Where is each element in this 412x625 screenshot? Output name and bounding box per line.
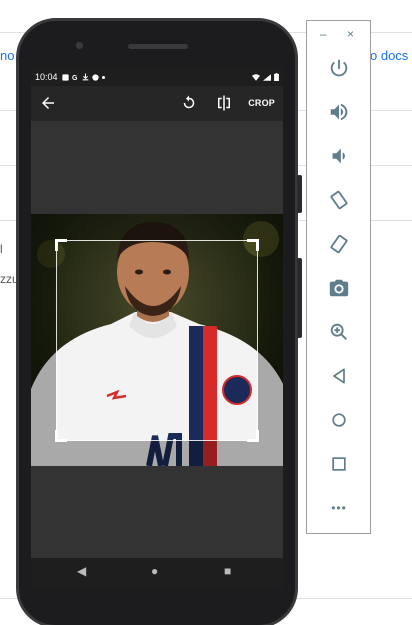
overview-icon xyxy=(332,457,346,471)
notification-icons: G xyxy=(61,73,105,81)
status-time: 10:04 xyxy=(35,72,58,82)
signal-icon xyxy=(263,73,271,81)
screenshot-button[interactable] xyxy=(325,274,353,302)
wifi-icon xyxy=(252,73,260,81)
crop-handle-bottom-right[interactable] xyxy=(247,430,259,442)
battery-icon xyxy=(274,73,279,81)
rotate-right-icon xyxy=(330,234,348,254)
flip-icon xyxy=(218,95,230,111)
volume-up-icon xyxy=(330,103,348,121)
volume-side-button[interactable] xyxy=(297,258,302,338)
emulator-panel: – × ••• xyxy=(306,20,371,534)
rotate-left-icon xyxy=(330,190,348,210)
crop-frame[interactable] xyxy=(55,239,259,442)
rotate-right-button[interactable] xyxy=(325,230,353,258)
crop-handle-top-left[interactable] xyxy=(55,239,67,251)
front-camera xyxy=(76,42,83,49)
overview-button-emulator[interactable] xyxy=(325,450,353,478)
nav-recents-button[interactable]: ■ xyxy=(224,564,231,578)
more-button[interactable]: ••• xyxy=(325,494,353,522)
power-button[interactable] xyxy=(325,54,353,82)
phone-screen: 10:04 G CROP xyxy=(31,68,283,558)
earpiece-speaker xyxy=(128,44,188,49)
minimize-button[interactable]: – xyxy=(320,27,327,41)
rotate-button[interactable] xyxy=(180,94,198,112)
download-icon xyxy=(82,73,88,81)
android-nav-bar: ◀ ● ■ xyxy=(31,558,283,588)
rotate-left-button[interactable] xyxy=(325,186,353,214)
crop-handle-top-right[interactable] xyxy=(247,239,259,251)
arrow-left-icon xyxy=(42,97,54,109)
bg-text-marker: l xyxy=(0,242,3,256)
bg-link-left[interactable]: no xyxy=(0,48,14,63)
back-button-emulator[interactable] xyxy=(325,362,353,390)
back-button[interactable] xyxy=(39,94,57,112)
home-icon xyxy=(332,413,346,427)
nav-home-button[interactable]: ● xyxy=(151,564,158,578)
crop-toolbar: CROP xyxy=(31,86,283,121)
volume-up-button[interactable] xyxy=(325,98,353,126)
svg-text:G: G xyxy=(72,75,78,81)
rotate-icon xyxy=(183,95,195,109)
bg-link-right[interactable]: o docs xyxy=(370,48,408,63)
more-icon: ••• xyxy=(331,501,347,515)
power-side-button[interactable] xyxy=(297,175,302,213)
crop-button[interactable]: CROP xyxy=(248,98,275,108)
dot-icon xyxy=(101,75,105,79)
home-button-emulator[interactable] xyxy=(325,406,353,434)
google-icon: G xyxy=(72,75,78,81)
power-icon xyxy=(330,59,348,77)
zoom-button[interactable] xyxy=(325,318,353,346)
message-icon xyxy=(61,73,69,81)
crop-overlay xyxy=(31,214,283,466)
status-bar: 10:04 G xyxy=(31,68,283,86)
flip-button[interactable] xyxy=(215,94,233,112)
nav-back-button[interactable]: ◀ xyxy=(77,564,86,578)
close-button[interactable]: × xyxy=(347,27,354,41)
volume-down-button[interactable] xyxy=(325,142,353,170)
crop-handle-bottom-left[interactable] xyxy=(55,430,67,442)
back-icon xyxy=(333,368,345,384)
zoom-icon xyxy=(330,323,347,340)
desktop: no o docs l zzu 10:04 G CROP ◀ ● ■ – × •… xyxy=(0,0,412,625)
volume-down-icon xyxy=(332,148,345,164)
camera-icon xyxy=(329,279,349,297)
system-status-icons xyxy=(252,73,279,81)
app-icon xyxy=(91,73,99,81)
